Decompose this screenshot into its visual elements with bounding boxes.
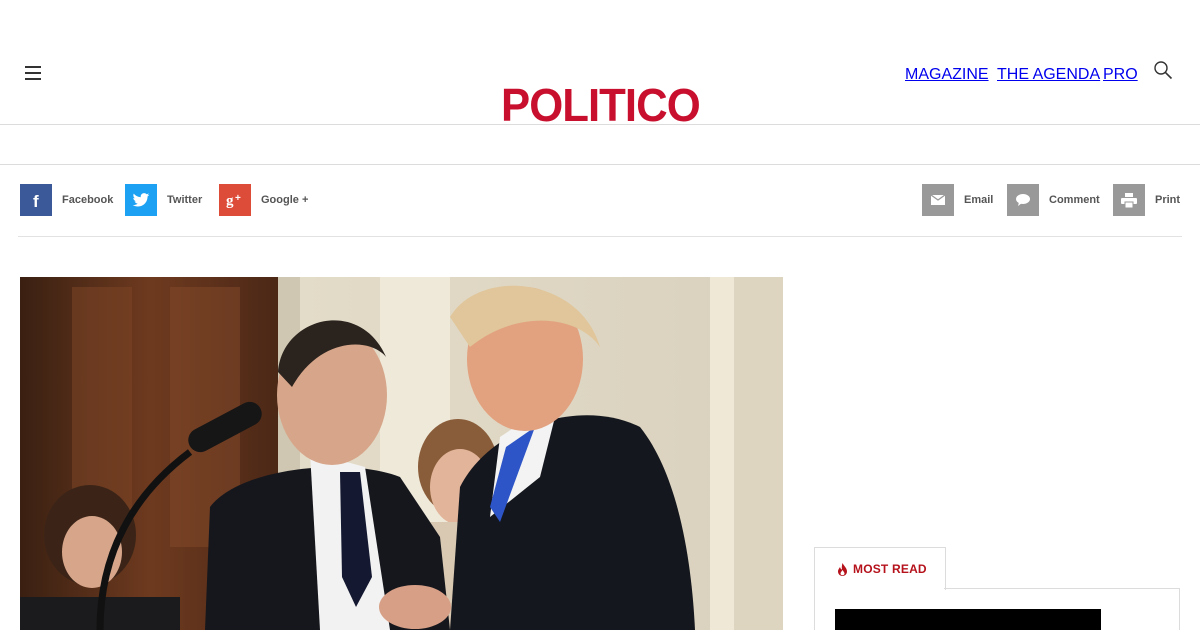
site-header: POLITICO MAGAZINE THE AGENDA PRO	[0, 0, 1200, 130]
search-icon[interactable]	[1153, 60, 1173, 80]
share-print-button[interactable]: Print	[1113, 184, 1180, 216]
twitter-icon	[125, 184, 157, 216]
share-print-label: Print	[1155, 194, 1181, 206]
site-logo[interactable]: POLITICO	[501, 80, 701, 130]
share-google-plus-label: Google +	[261, 194, 309, 206]
share-comment-button[interactable]: Comment	[1007, 184, 1100, 216]
share-comment-label: Comment	[1049, 194, 1100, 206]
svg-text:g: g	[226, 193, 234, 208]
share-google-plus-button[interactable]: g + Google +	[219, 184, 308, 216]
most-read-tab[interactable]: MOST READ	[814, 547, 946, 590]
share-email-button[interactable]: Email	[922, 184, 993, 216]
print-icon	[1113, 184, 1145, 216]
share-twitter-label: Twitter	[167, 194, 203, 206]
lead-photo	[20, 277, 783, 630]
hamburger-menu-icon[interactable]	[25, 66, 41, 80]
nav-pro[interactable]: PRO	[1103, 66, 1138, 84]
nav-the-agenda[interactable]: THE AGENDA	[997, 66, 1100, 84]
share-twitter-button[interactable]: Twitter	[125, 184, 202, 216]
most-read-border-right	[1179, 588, 1180, 630]
svg-text:+: +	[235, 193, 241, 204]
facebook-icon: f	[20, 184, 52, 216]
lead-photo-image	[20, 277, 783, 630]
comment-icon	[1007, 184, 1039, 216]
share-bar: f Facebook Twitter g + Google + Email Com…	[18, 165, 1182, 237]
most-read-border-left	[814, 589, 815, 630]
nav-magazine[interactable]: MAGAZINE	[905, 66, 989, 84]
svg-text:f: f	[33, 192, 39, 208]
share-facebook-label: Facebook	[62, 194, 114, 206]
most-read-divider	[944, 588, 1180, 589]
share-facebook-button[interactable]: f Facebook	[20, 184, 113, 216]
flame-icon	[838, 563, 847, 576]
share-email-label: Email	[964, 194, 994, 206]
secondary-bar	[0, 124, 1200, 165]
email-icon	[922, 184, 954, 216]
most-read-thumbnail[interactable]	[835, 609, 1101, 630]
google-plus-icon: g +	[219, 184, 251, 216]
most-read-label: MOST READ	[853, 562, 927, 576]
